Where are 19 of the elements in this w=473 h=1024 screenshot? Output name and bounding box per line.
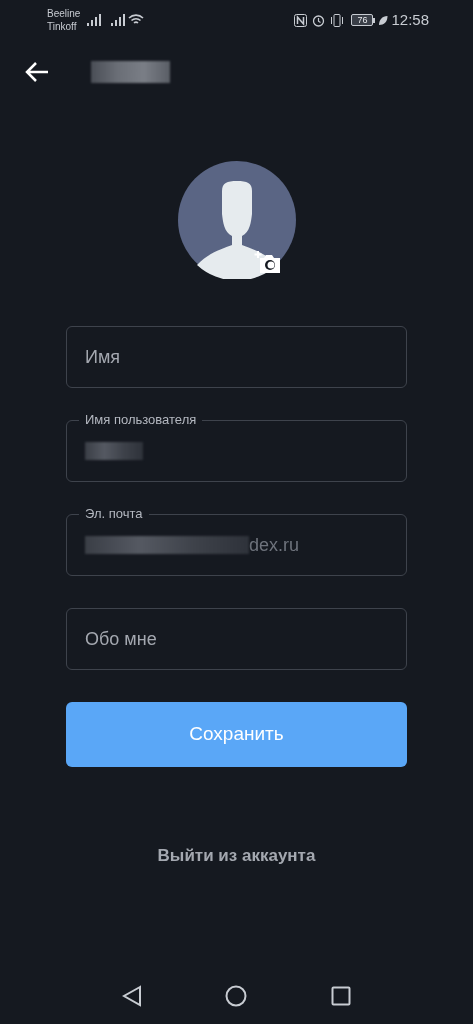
nav-recents-button[interactable]	[328, 984, 353, 1008]
nfc-icon	[294, 13, 308, 27]
field-placeholder: Имя	[85, 345, 121, 369]
field-value: dex.ru	[249, 533, 300, 557]
signal-icon	[110, 14, 127, 26]
signal-icon	[86, 14, 103, 26]
nav-home-button[interactable]	[224, 984, 249, 1008]
carrier-name: Beeline	[47, 7, 81, 20]
clock-time: 12:58	[391, 9, 429, 30]
wifi-icon	[128, 14, 145, 26]
battery-icon: 76	[351, 14, 376, 26]
avatar-placeholder-icon	[177, 161, 296, 279]
field-placeholder: Обо мне	[85, 627, 157, 651]
vibrate-icon	[330, 13, 345, 27]
alarm-icon	[312, 13, 326, 27]
carrier-name: Tinkoff	[47, 20, 78, 33]
leaf-icon	[378, 14, 389, 26]
add-photo-icon	[253, 249, 282, 275]
logout-link[interactable]: Выйти из аккаунта	[157, 843, 316, 869]
